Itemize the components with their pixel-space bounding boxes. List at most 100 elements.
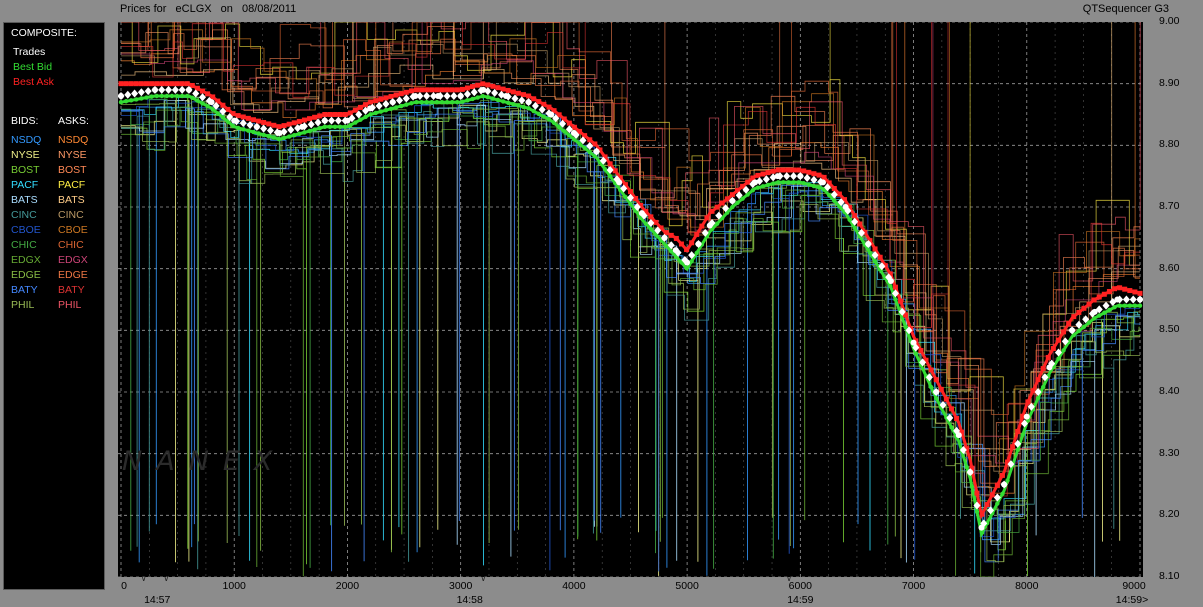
bid-marker [1122,303,1127,308]
bid-marker [424,99,429,105]
trade-point [752,179,759,186]
ask-marker [256,118,262,124]
bid-spikes-bost [187,96,1028,576]
ask-marker [1132,289,1138,295]
trade-point [389,99,396,106]
price-chart[interactable] [118,22,1143,577]
y-tick-label: 9.00 [1159,15,1180,27]
bid-marker [1005,478,1010,483]
trade-point [842,204,849,210]
bid-marker [393,105,399,110]
bid-marker [128,98,134,103]
ask-marker [414,87,420,93]
bid-marker [332,124,338,130]
ask-marker [1066,321,1072,327]
bid-marker [297,131,302,136]
bid-marker [872,259,878,264]
trade-point [933,389,940,395]
ask-marker [1137,290,1143,296]
bid-marker [516,103,521,108]
legend-ask-bost: BOST [58,164,87,176]
legend-bid-nyse: NYSE [11,149,40,161]
ask-marker [648,214,654,220]
bid-marker [460,99,465,104]
ask-marker [587,137,593,143]
legend-ask-phil: PHIL [58,299,82,311]
legend-bid-phil: PHIL [11,299,35,311]
ask-marker [480,81,486,87]
legend-bid-baty: BATY [11,284,38,296]
legend-bid-pacf: PACF [11,179,39,191]
ask-marker [1071,314,1077,320]
ask-marker [261,120,267,126]
ask-marker [684,247,690,253]
bid-marker [827,193,832,198]
bid-marker [913,351,919,356]
trade-marker [443,92,451,100]
trade-marker [131,89,139,98]
ask-marker [592,141,598,147]
ask-marker [918,348,924,354]
ask-spikes-nyse [352,22,394,76]
trade-marker [158,85,166,94]
composite-heading: COMPOSITE: [11,27,77,39]
trade-marker [165,85,173,94]
trade-marker [137,88,145,97]
ask-marker [1101,291,1107,297]
legend-bid-chic: CHIC [11,239,37,251]
plot-area[interactable]: NANEX [118,22,1143,577]
ask-marker [276,124,282,130]
ask-marker [220,102,226,108]
bid-marker [317,126,322,131]
bid-marker [1035,395,1041,401]
bid-marker [949,425,954,430]
bid-marker [241,127,246,132]
ask-marker [159,81,165,87]
ask-marker [877,254,883,260]
trade-marker [260,124,268,133]
bid-marker [974,509,980,514]
bid-marker [1061,348,1066,353]
bid-marker [1102,310,1107,315]
y-tick-label: 8.30 [1159,446,1180,459]
trade-point [457,93,464,99]
ask-marker [210,94,216,100]
legend-bid-edge: EDGE [11,269,41,281]
bid-marker [154,93,159,99]
bid-marker [190,95,195,101]
ask-marker [745,179,751,185]
bid-spikes-edgx [256,176,982,577]
nanex-watermark: NANEX [122,446,287,477]
x-tick-label: 3000 [448,580,473,592]
bid-marker [811,183,817,189]
trade-point [706,222,713,229]
ask-marker [943,396,949,402]
bid-marker [444,99,450,105]
title-symbol: eCLGX [175,3,212,15]
ask-marker [653,219,659,225]
ask-marker [694,231,700,237]
bid-marker [348,123,353,128]
bid-marker [465,98,470,103]
trade-point [672,247,679,254]
ask-marker [811,171,817,177]
trade-marker [334,116,342,125]
bid-marker [455,99,460,105]
ask-marker [485,82,491,88]
legend-ask-nsdq: NSDQ [58,134,89,146]
x-tick-label: 8000 [1015,580,1039,592]
trade-point [231,117,238,124]
ask-marker [419,87,425,93]
chart-title: Prices for eCLGX on 08/08/2011 [120,3,302,15]
trade-marker [423,92,431,100]
ask-marker [470,84,476,90]
legend-best-ask: Best Ask [13,76,54,88]
legend-ask-edge: EDGE [58,269,88,281]
ask-marker [266,121,272,127]
ask-marker [205,91,211,97]
ask-marker [240,114,246,120]
ask-marker [755,172,761,178]
time-label: 14:59> [1115,594,1149,606]
ask-spikes-bats [453,22,1113,302]
title-date: 08/08/2011 [241,3,297,15]
